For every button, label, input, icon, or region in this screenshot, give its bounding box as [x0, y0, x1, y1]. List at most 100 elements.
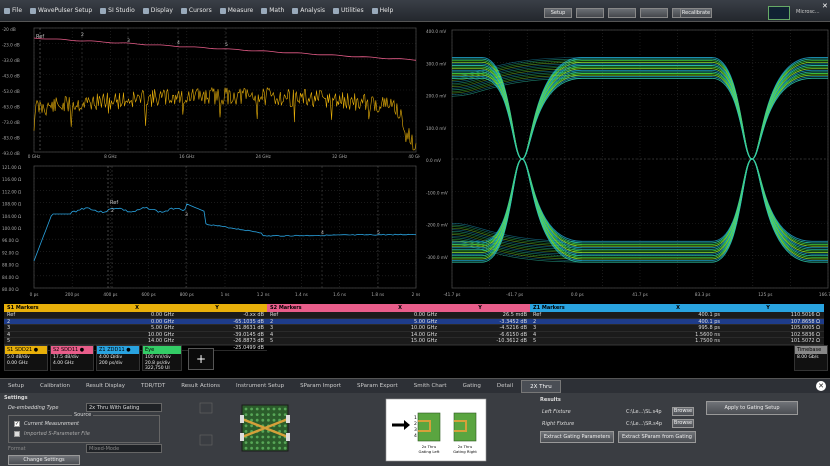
row-id: 5: [533, 338, 537, 344]
trace-s2-descriptor[interactable]: S2 SDD11 ● 17.5 dB/div 4.00 GHz: [50, 345, 94, 371]
tab-2x-thru[interactable]: 2X Thru: [521, 379, 561, 393]
board-dot: [278, 424, 281, 428]
port-number-label: 4: [414, 433, 417, 439]
y-tick-label: -33.0 dB: [2, 58, 20, 63]
menu-math[interactable]: Math: [261, 7, 284, 14]
x-tick-label: 32 GHz: [332, 154, 348, 159]
help-icon: [371, 7, 378, 14]
board-connector: [286, 433, 290, 441]
row-y: -0.xx dB: [243, 312, 264, 318]
extract-gating-parameters-button[interactable]: Extract Gating Parameters: [540, 431, 614, 443]
y-tick-label: 92.00 Ω: [2, 250, 19, 255]
trace-z1-descriptor[interactable]: Z1 ZDD11 ● 4.00 Ω/div 200 ps/div: [96, 345, 140, 371]
menu-display[interactable]: Display: [142, 7, 173, 14]
row-y: -3.3452 dB: [499, 318, 528, 325]
marker-label: 2: [81, 32, 84, 38]
menu-measure[interactable]: Measure: [219, 7, 253, 14]
board-dot: [272, 418, 276, 422]
port-number-label: 1: [414, 415, 417, 421]
board-dot: [283, 430, 287, 433]
eye-trace: [451, 58, 712, 78]
row-id: 2: [533, 318, 537, 325]
y-tick-label: 0.0 mV: [426, 158, 441, 163]
table-row[interactable]: 5 1.7500 ns 101.5072 Ω: [530, 338, 824, 345]
add-trace-button[interactable]: +: [188, 348, 214, 370]
left-fixture-browse-button[interactable]: Browse: [672, 407, 694, 416]
impedance-plot[interactable]: 121.00 Ω 116.00 Ω 112.00 Ω 108.00 Ω 104.00 Ω…: [0, 162, 420, 302]
board-dot: [244, 413, 248, 416]
tab-tdr-tdt[interactable]: TDR/TDT: [133, 380, 173, 393]
tab-sparam-export[interactable]: SParam Export: [349, 380, 406, 393]
board-dot: [255, 446, 259, 450]
tab-setup[interactable]: Setup: [0, 380, 32, 393]
change-settings-button[interactable]: Change Settings: [8, 455, 80, 465]
row-y: -6.6150 dB: [499, 331, 528, 338]
y-tick-label: 104.00 Ω: [2, 214, 22, 219]
menu-analysis[interactable]: Analysis: [292, 7, 325, 14]
board-dot: [272, 441, 276, 444]
extract-sparam-from-gating-button[interactable]: Extract SParam from Gating: [618, 431, 696, 443]
tab-result-actions[interactable]: Result Actions: [173, 380, 228, 393]
imported-sparam-checkbox[interactable]: [14, 431, 20, 437]
eye-diagram-plot[interactable]: 400.0 mV 300.0 mV 200.0 mV 100.0 mV 0.0 mV -1…: [424, 24, 830, 302]
board-dot: [267, 413, 270, 416]
menu-wavepulser-setup[interactable]: WavePulser Setup: [30, 7, 92, 14]
tab-result-display[interactable]: Result Display: [78, 380, 133, 393]
table-row[interactable]: 5 15.00 GHz -10.3612 dB: [267, 338, 530, 345]
deembedding-type-select[interactable]: 2x Thru With Gating: [86, 403, 162, 412]
row-y: 107.8658 Ω: [790, 318, 820, 325]
current-measurement-checkbox[interactable]: ✓: [14, 421, 20, 427]
board-dot: [244, 441, 248, 444]
timebase-descriptor[interactable]: Timebase 8.00 Gb/s: [794, 345, 828, 371]
tab-instrument-setup[interactable]: Instrument Setup: [228, 380, 292, 393]
tab-sparam-import[interactable]: SParam Import: [292, 380, 349, 393]
setup-button[interactable]: Setup: [544, 8, 572, 18]
y-tick-label: 100.00 Ω: [2, 226, 22, 231]
toolbar-button-4[interactable]: [640, 8, 668, 18]
board-dot: [250, 413, 253, 416]
close-icon[interactable]: ✕: [822, 2, 828, 10]
waveform-icon: [30, 7, 37, 14]
studio-icon: [100, 7, 107, 14]
close-dialog-icon[interactable]: ✕: [816, 381, 826, 391]
row-x: 0.00 GHz: [151, 318, 174, 325]
board-dot: [272, 446, 276, 450]
board-dot: [283, 446, 287, 450]
board-dot: [267, 446, 270, 450]
right-fixture-browse-button[interactable]: Browse: [672, 419, 694, 428]
marker-label: 2: [111, 208, 114, 214]
x-tick-label: 40 GHz: [408, 154, 420, 159]
row-id: Ref: [533, 312, 542, 318]
row-x: 15.00 GHz: [410, 338, 437, 344]
board-dot: [244, 446, 248, 450]
recalibrate-button[interactable]: Recalibrate: [680, 8, 712, 18]
x-tick-label: 1.2 ns: [257, 292, 270, 297]
tab-calibration[interactable]: Calibration: [32, 380, 78, 393]
tab-detail[interactable]: Detail: [489, 380, 521, 393]
toolbar-button-3[interactable]: [608, 8, 636, 18]
y-tick-label: 100.0 mV: [426, 126, 446, 131]
row-x: 0.00 GHz: [151, 312, 174, 318]
board-dot: [261, 418, 265, 422]
apply-to-gating-setup-button[interactable]: Apply to Gating Setup: [706, 401, 798, 415]
board-dot: [244, 424, 248, 428]
tab-gating[interactable]: Gating: [455, 380, 489, 393]
row-x: 1.7500 ns: [695, 338, 720, 344]
trace-eye-descriptor[interactable]: Eye 100 mV/div 20.8 ps/div 322,750 UI: [142, 345, 182, 371]
menu-file[interactable]: File: [4, 7, 22, 14]
menu-help[interactable]: Help: [371, 7, 393, 14]
tab-smith-chart[interactable]: Smith Chart: [406, 380, 455, 393]
y-tick-label: -20 dB: [2, 27, 16, 32]
source-groupbox: [8, 415, 160, 443]
row-y: -65.1035 dB: [233, 318, 264, 325]
trace-s1-descriptor[interactable]: S1 SDD21 ● 5.0 dB/div 0.00 GHz: [4, 345, 48, 371]
row-x: 10.00 GHz: [147, 331, 174, 338]
menu-cursors[interactable]: Cursors: [180, 7, 212, 14]
y-tick-label: -53.0 dB: [2, 89, 20, 94]
menu-utilities[interactable]: Utilities: [333, 7, 364, 14]
board-dot: [278, 413, 281, 416]
s21-plot[interactable]: -20 dB -23.0 dB -33.0 dB -43.0 dB -53.0 dB -6…: [0, 24, 420, 160]
menu-si-studio[interactable]: SI Studio: [100, 7, 135, 14]
toolbar-button-2[interactable]: [576, 8, 604, 18]
format-select[interactable]: Mixed-Mode: [86, 444, 162, 453]
